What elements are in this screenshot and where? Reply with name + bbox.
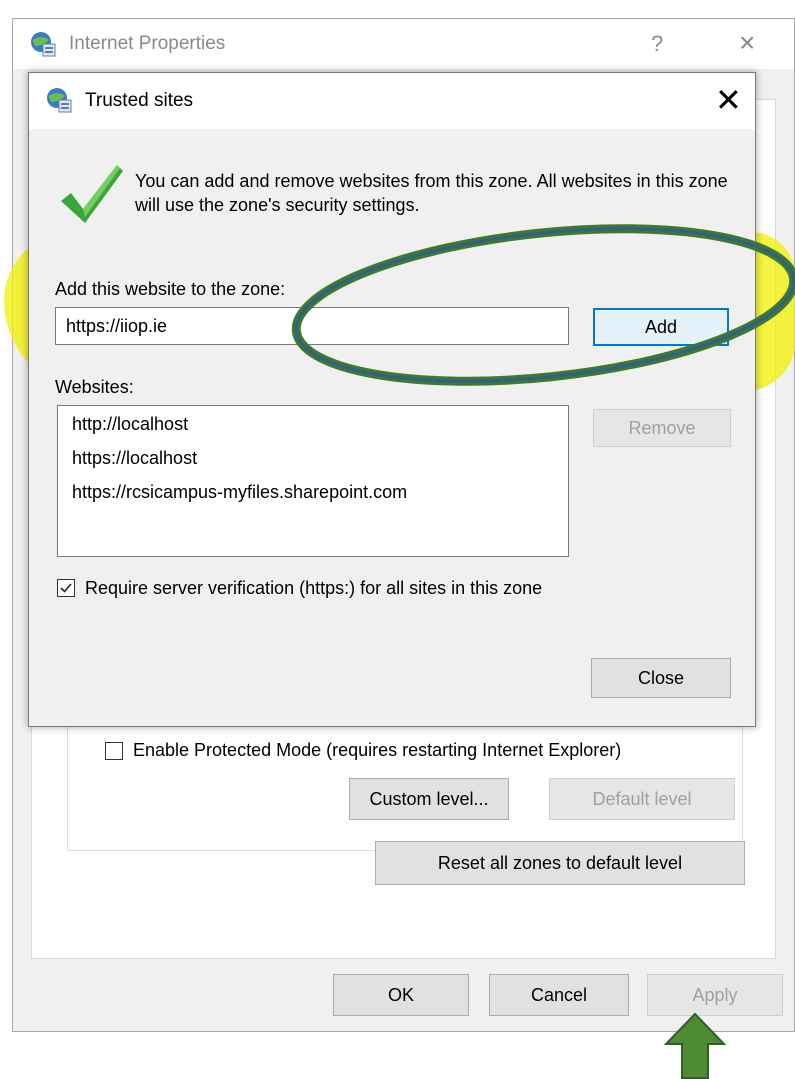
websites-list[interactable]: http://localhost https://localhost https… (57, 405, 569, 557)
apply-button[interactable]: Apply (647, 974, 783, 1016)
outer-window-title: Internet Properties (69, 33, 226, 54)
arrow-up-icon (663, 1012, 727, 1079)
outer-close-icon[interactable]: × (739, 27, 755, 59)
green-checkmark-icon (61, 165, 123, 223)
list-item[interactable]: https://localhost (72, 448, 197, 469)
checkbox-check-icon (60, 583, 72, 593)
websites-label: Websites: (55, 377, 134, 397)
list-item[interactable]: https://rcsicampus-myfiles.sharepoint.co… (72, 482, 407, 503)
default-level-button[interactable]: Default level (549, 778, 735, 820)
dialog-title-bar: Trusted sites ✕ (29, 73, 755, 129)
reset-all-zones-button[interactable]: Reset all zones to default level (375, 841, 745, 885)
ok-button[interactable]: OK (333, 974, 469, 1016)
remove-button[interactable]: Remove (593, 409, 731, 447)
enable-protected-mode-label: Enable Protected Mode (requires restarti… (133, 740, 622, 760)
globe-settings-icon (31, 32, 56, 57)
dialog-title: Trusted sites (85, 90, 194, 111)
dialog-close-icon[interactable]: ✕ (715, 81, 742, 119)
require-verification-checkbox[interactable] (57, 579, 75, 597)
enable-protected-mode-checkbox[interactable] (105, 742, 123, 760)
require-verification-label: Require server verification (https:) for… (85, 578, 543, 598)
custom-level-button[interactable]: Custom level... (349, 778, 509, 820)
help-icon[interactable]: ? (651, 31, 663, 57)
ellipse-annotation (291, 224, 795, 386)
list-item[interactable]: http://localhost (72, 414, 188, 435)
cancel-button[interactable]: Cancel (489, 974, 629, 1016)
outer-title-bar: Internet Properties ? × (13, 19, 794, 69)
close-button[interactable]: Close (591, 658, 731, 698)
globe-settings-icon (47, 88, 72, 113)
add-website-label: Add this website to the zone: (55, 279, 286, 299)
